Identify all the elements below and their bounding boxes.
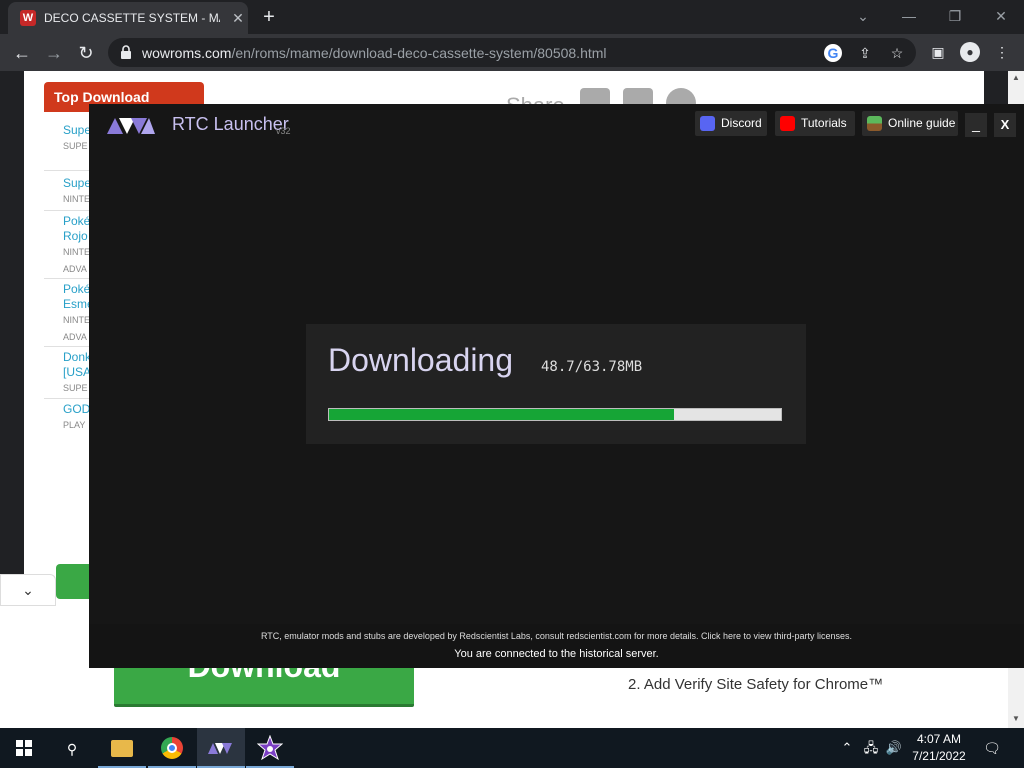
collapse-chevron-icon[interactable]: ⌄ <box>0 574 56 606</box>
launcher-title: RTC Launcher <box>172 114 289 134</box>
game-name: Poké Rojo <box>63 214 90 243</box>
window-close-icon[interactable]: ✕ <box>986 4 1016 28</box>
server-status-text: You are connected to the historical serv… <box>454 648 659 660</box>
game-system: PLAY <box>63 420 86 430</box>
minecraft-grass-icon <box>867 116 882 131</box>
online-guide-link-label: Online guide <box>888 116 956 130</box>
tab-search-icon[interactable]: ⌄ <box>848 4 878 28</box>
download-progress-bar <box>328 408 782 421</box>
url-host: wowroms.com <box>142 45 232 61</box>
taskbar-file-explorer[interactable] <box>98 728 146 768</box>
rtc-launcher-icon <box>208 743 232 754</box>
taskbar-search-button[interactable]: ⚲ <box>48 728 96 768</box>
windows-taskbar: ⚲ ⌃ 🖧 🔊 4:07 AM 7/21/2022 🗨 <box>0 728 1024 768</box>
verify-step-text: 2. Add Verify Site Safety for Chrome™ <box>628 676 884 693</box>
online-guide-link[interactable]: Online guide <box>862 111 958 136</box>
window-restore-icon[interactable]: ❐ <box>940 4 970 28</box>
address-bar[interactable]: wowroms.com/en/roms/mame/download-deco-c… <box>108 38 916 67</box>
launcher-close-button[interactable]: X <box>994 113 1016 137</box>
volume-icon[interactable]: 🔊 <box>885 738 903 758</box>
discord-link-label: Discord <box>721 116 762 130</box>
taskbar-clock[interactable]: 4:07 AM 7/21/2022 <box>906 731 972 765</box>
download-size-text: 48.7/63.78MB <box>541 359 643 375</box>
taskbar-chrome[interactable] <box>148 728 196 768</box>
top-download-item[interactable]: Donk [USA SUPE <box>44 347 90 399</box>
browser-toolbar: ← → ↻ wowroms.com/en/roms/mame/download-… <box>0 34 1024 71</box>
rtc-logo-icon <box>107 118 155 134</box>
side-panel-icon[interactable]: ▣ <box>928 42 948 62</box>
game-name: Poké Esme <box>63 282 90 311</box>
url-text: wowroms.com/en/roms/mame/download-deco-c… <box>142 45 607 61</box>
top-download-item[interactable]: Poké Rojo NINTE ADVA <box>44 211 90 279</box>
tutorials-link-label: Tutorials <box>801 116 847 130</box>
taskbar-bizhawk[interactable] <box>246 728 294 768</box>
search-icon: ⚲ <box>66 741 78 757</box>
file-explorer-icon <box>111 740 133 757</box>
top-download-item[interactable]: Supe NINTE <box>44 173 90 211</box>
download-status-label: Downloading <box>328 342 514 378</box>
share-page-icon[interactable]: ⇪ <box>856 44 874 62</box>
discord-icon <box>700 116 715 131</box>
game-system: SUPE <box>63 141 88 151</box>
scroll-up-icon[interactable]: ▲ <box>1012 73 1020 82</box>
game-system: SUPE <box>63 383 88 393</box>
url-path: /en/roms/mame/download-deco-cassette-sys… <box>231 45 607 61</box>
notification-center-icon[interactable]: 🗨 <box>982 738 1002 758</box>
tab-title: DECO CASSETTE SYSTEM - MAME <box>44 11 220 25</box>
wowroms-favicon-icon: W <box>20 10 36 26</box>
reload-icon[interactable]: ↻ <box>73 40 99 66</box>
footer-credits-link[interactable]: RTC, emulator mods and stubs are develop… <box>89 631 1024 641</box>
launcher-minimize-button[interactable]: _ <box>965 113 987 137</box>
game-name: Donk [USA <box>63 350 90 379</box>
download-progress-fill <box>329 409 675 420</box>
window-minimize-icon[interactable]: — <box>894 4 924 28</box>
clock-time: 4:07 AM <box>916 732 962 746</box>
scroll-down-icon[interactable]: ▼ <box>1012 714 1020 723</box>
green-side-button[interactable] <box>56 564 90 599</box>
game-system: NINTE ADVA <box>63 247 90 274</box>
browser-tab[interactable]: W DECO CASSETTE SYSTEM - MAME ✕ <box>8 2 248 34</box>
back-icon[interactable]: ← <box>9 40 35 66</box>
top-download-item[interactable]: GOD PLAY <box>44 399 90 435</box>
lock-icon <box>121 45 131 59</box>
top-download-item[interactable]: Poké Esme NINTE ADVA <box>44 279 90 347</box>
game-name: Supe <box>63 176 90 190</box>
game-name: Supe [USA <box>63 123 90 137</box>
browser-tab-strip: W DECO CASSETTE SYSTEM - MAME ✕ + ⌄ — ❐ … <box>0 0 1024 34</box>
discord-link[interactable]: Discord <box>695 111 767 136</box>
clock-date: 7/21/2022 <box>912 749 966 763</box>
profile-avatar-icon[interactable]: ● <box>960 42 980 62</box>
windows-start-icon <box>16 740 32 756</box>
new-tab-icon[interactable]: + <box>258 6 280 28</box>
game-system: NINTE ADVA <box>63 315 90 342</box>
game-system: NINTE <box>63 194 90 204</box>
tab-close-icon[interactable]: ✕ <box>230 10 246 26</box>
bookmark-star-icon[interactable]: ☆ <box>888 44 906 62</box>
bizhawk-star-icon <box>257 735 283 761</box>
download-progress-panel: Downloading 48.7/63.78MB <box>306 324 806 444</box>
youtube-icon <box>780 116 795 131</box>
chrome-menu-icon[interactable]: ⋮ <box>992 42 1012 62</box>
launcher-titlebar[interactable]: RTC Launcher v32 Discord Tutorials Onlin… <box>89 104 1024 144</box>
tutorials-link[interactable]: Tutorials <box>775 111 855 136</box>
game-name: GOD <box>63 402 90 416</box>
launcher-version: v32 <box>276 126 291 136</box>
chrome-icon <box>161 737 183 759</box>
rtc-launcher-window: RTC Launcher v32 Discord Tutorials Onlin… <box>89 104 1024 668</box>
tray-overflow-chevron-icon[interactable]: ⌃ <box>838 738 856 758</box>
google-lens-icon[interactable]: G <box>824 44 842 62</box>
taskbar-rtc-launcher[interactable] <box>197 728 245 768</box>
start-button[interactable] <box>0 728 48 768</box>
forward-icon[interactable]: → <box>41 40 67 66</box>
launcher-footer: RTC, emulator mods and stubs are develop… <box>89 624 1024 668</box>
top-download-item[interactable]: Supe [USA SUPE <box>44 123 90 171</box>
network-icon[interactable]: 🖧 <box>862 738 880 758</box>
